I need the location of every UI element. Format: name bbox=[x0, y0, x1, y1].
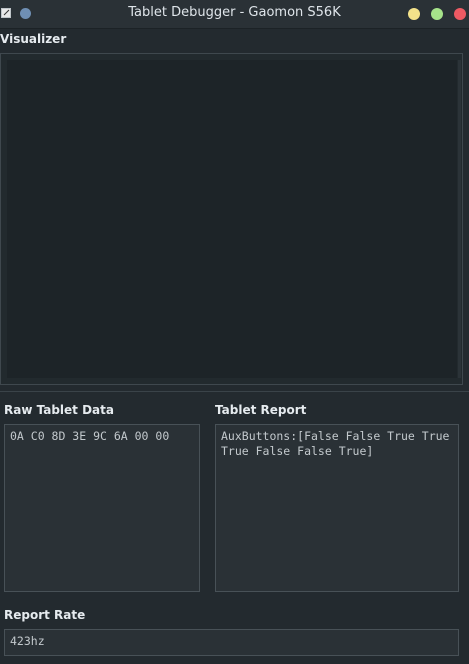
visualizer-canvas[interactable] bbox=[7, 60, 457, 378]
visualizer-scrollbar[interactable] bbox=[458, 60, 461, 378]
report-rate-label: Report Rate bbox=[4, 608, 86, 622]
visualizer-panel bbox=[0, 53, 463, 385]
tablet-report-textbox[interactable]: AuxButtons:[False False True True True F… bbox=[215, 424, 459, 592]
close-button[interactable] bbox=[454, 8, 466, 20]
minimize-button[interactable] bbox=[408, 8, 420, 20]
window-title: Tablet Debugger - Gaomon S56K bbox=[128, 5, 341, 20]
visualizer-label: Visualizer bbox=[0, 32, 67, 46]
raw-tablet-data-textbox[interactable]: 0A C0 8D 3E 9C 6A 00 00 bbox=[4, 424, 200, 592]
maximize-button[interactable] bbox=[431, 8, 443, 20]
report-rate-textbox[interactable]: 423hz bbox=[4, 629, 459, 656]
title-bar[interactable]: Tablet Debugger - Gaomon S56K bbox=[0, 0, 469, 29]
tablet-debugger-window: Tablet Debugger - Gaomon S56K Visualizer… bbox=[0, 0, 469, 664]
section-divider[interactable] bbox=[0, 391, 469, 392]
raw-tablet-data-label: Raw Tablet Data bbox=[4, 403, 114, 417]
tablet-report-label: Tablet Report bbox=[215, 403, 307, 417]
